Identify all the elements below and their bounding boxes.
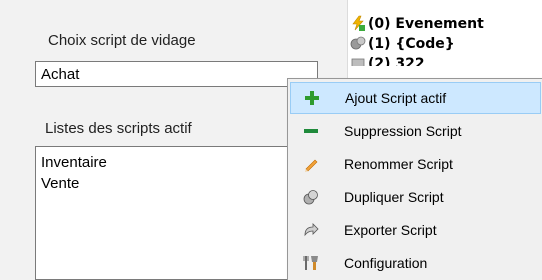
list-item[interactable]: Vente	[41, 173, 312, 194]
app-window: Choix script de vidage Achat Listes des …	[0, 0, 542, 280]
tree-item-label: (1) {Code}	[368, 36, 455, 52]
code-icon	[350, 35, 366, 51]
plus-icon	[297, 83, 327, 113]
tree-item-partial[interactable]: (2) 322	[350, 54, 425, 66]
menu-item-label: Suppression Script	[344, 123, 462, 139]
pencil-icon	[296, 149, 326, 179]
menu-item-label: Renommer Script	[344, 156, 453, 172]
export-icon	[296, 215, 326, 245]
menu-item-exporter-script[interactable]: Exporter Script	[290, 214, 541, 246]
listes-scripts-label: Listes des scripts actif	[45, 120, 192, 137]
menu-item-suppression-script[interactable]: Suppression Script	[290, 115, 541, 147]
menu-item-label: Dupliquer Script	[344, 189, 444, 205]
menu-item-label: Ajout Script actif	[345, 90, 447, 106]
choix-script-label: Choix script de vidage	[48, 32, 196, 49]
list-item[interactable]: Inventaire	[41, 152, 312, 173]
tree-item-evenement[interactable]: (0) Evenement	[350, 14, 484, 34]
tree-item-label: (2) 322	[368, 56, 425, 66]
duplicate-icon	[296, 182, 326, 212]
menu-item-configuration[interactable]: Configuration	[290, 247, 541, 279]
menu-item-label: Exporter Script	[344, 222, 437, 238]
active-scripts-list[interactable]: Inventaire Vente	[35, 146, 318, 280]
menu-item-label: Configuration	[344, 255, 428, 271]
context-menu: Ajout Script actif Suppression Script Re…	[287, 78, 542, 280]
configuration-icon	[296, 248, 326, 278]
event-icon	[350, 15, 366, 31]
menu-item-renommer-script[interactable]: Renommer Script	[290, 148, 541, 180]
tree-item-label: (0) Evenement	[368, 16, 484, 32]
menu-item-dupliquer-script[interactable]: Dupliquer Script	[290, 181, 541, 213]
item-icon	[350, 55, 366, 66]
choix-script-select[interactable]: Achat	[35, 61, 318, 87]
tree-item-code[interactable]: (1) {Code}	[350, 34, 455, 54]
menu-item-ajout-script[interactable]: Ajout Script actif	[290, 82, 541, 114]
minus-icon	[296, 116, 326, 146]
